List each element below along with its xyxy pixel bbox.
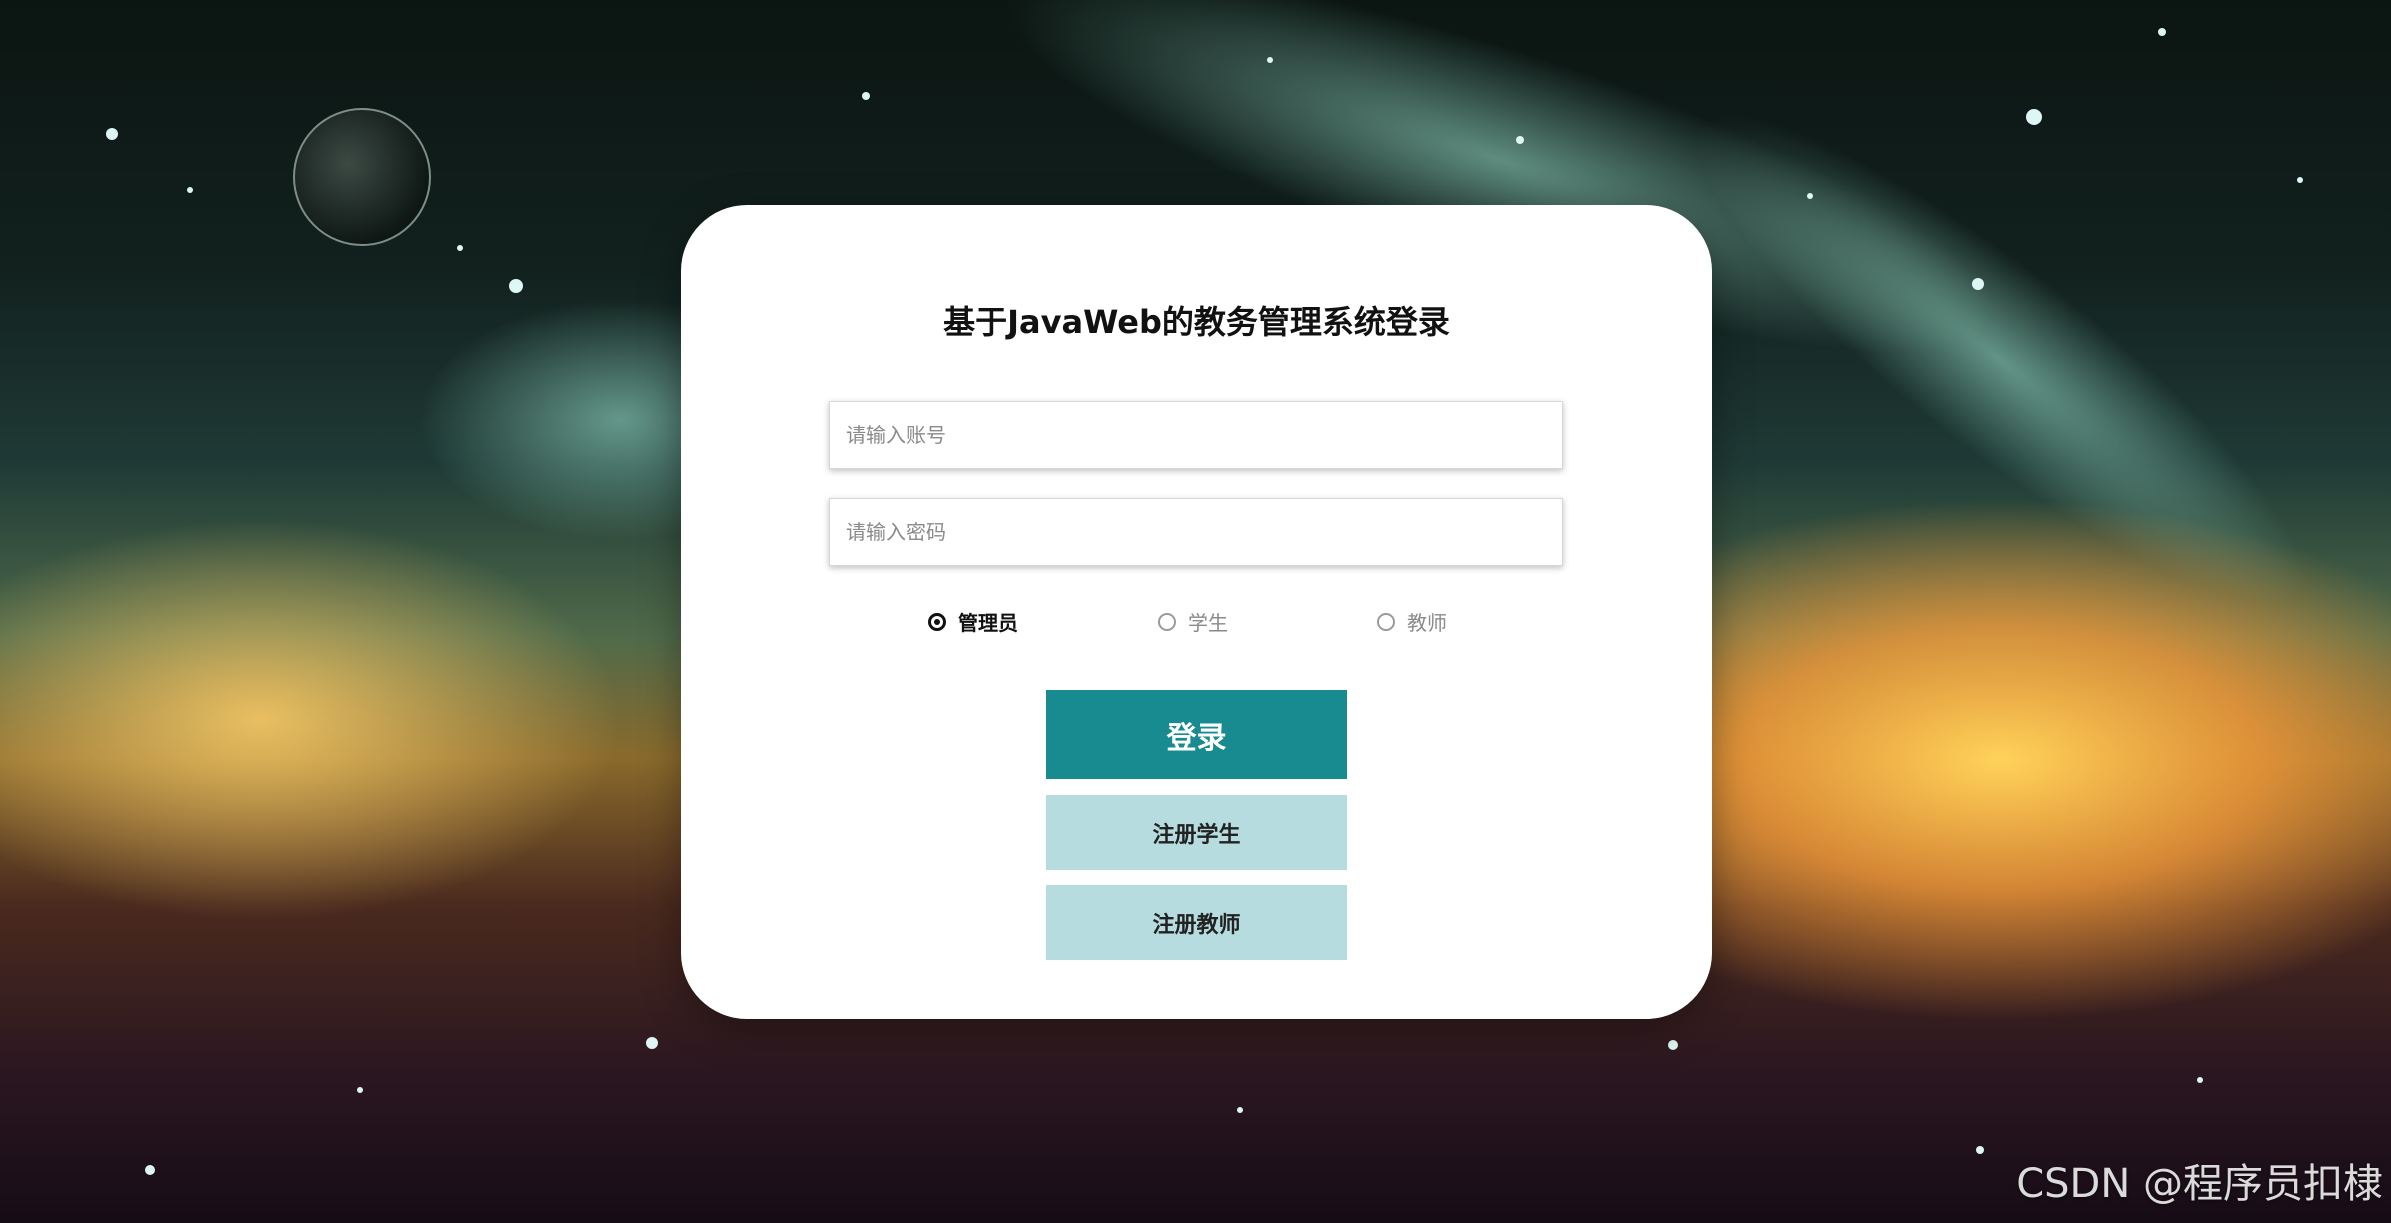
radio-unchecked-icon[interactable]: [1377, 612, 1395, 631]
watermark: CSDN @程序员扣棣: [2016, 1161, 2383, 1207]
role-label-student: 学生: [1188, 611, 1228, 635]
role-option-teacher[interactable]: 教师: [1377, 607, 1447, 636]
radio-unchecked-icon[interactable]: [1158, 612, 1176, 631]
role-label-teacher: 教师: [1407, 611, 1447, 635]
password-field[interactable]: [829, 498, 1563, 566]
role-option-admin[interactable]: 管理员: [928, 607, 1018, 636]
account-field[interactable]: [829, 401, 1563, 469]
page-background: 基于JavaWeb的教务管理系统登录 管理员 学生 教师 登录 注册学生 注册教…: [0, 0, 2391, 1223]
register-teacher-button[interactable]: 注册教师: [1046, 885, 1347, 960]
role-option-student[interactable]: 学生: [1158, 607, 1228, 636]
register-student-button[interactable]: 注册学生: [1046, 795, 1347, 870]
account-input[interactable]: [830, 402, 1562, 468]
role-label-admin: 管理员: [958, 611, 1018, 635]
login-card: 基于JavaWeb的教务管理系统登录 管理员 学生 教师 登录 注册学生 注册教…: [681, 205, 1712, 1019]
role-radio-group: 管理员 学生 教师: [681, 607, 1712, 637]
page-title: 基于JavaWeb的教务管理系统登录: [943, 303, 1450, 341]
password-input[interactable]: [830, 499, 1562, 565]
radio-checked-icon[interactable]: [928, 612, 946, 631]
login-button[interactable]: 登录: [1046, 690, 1347, 779]
